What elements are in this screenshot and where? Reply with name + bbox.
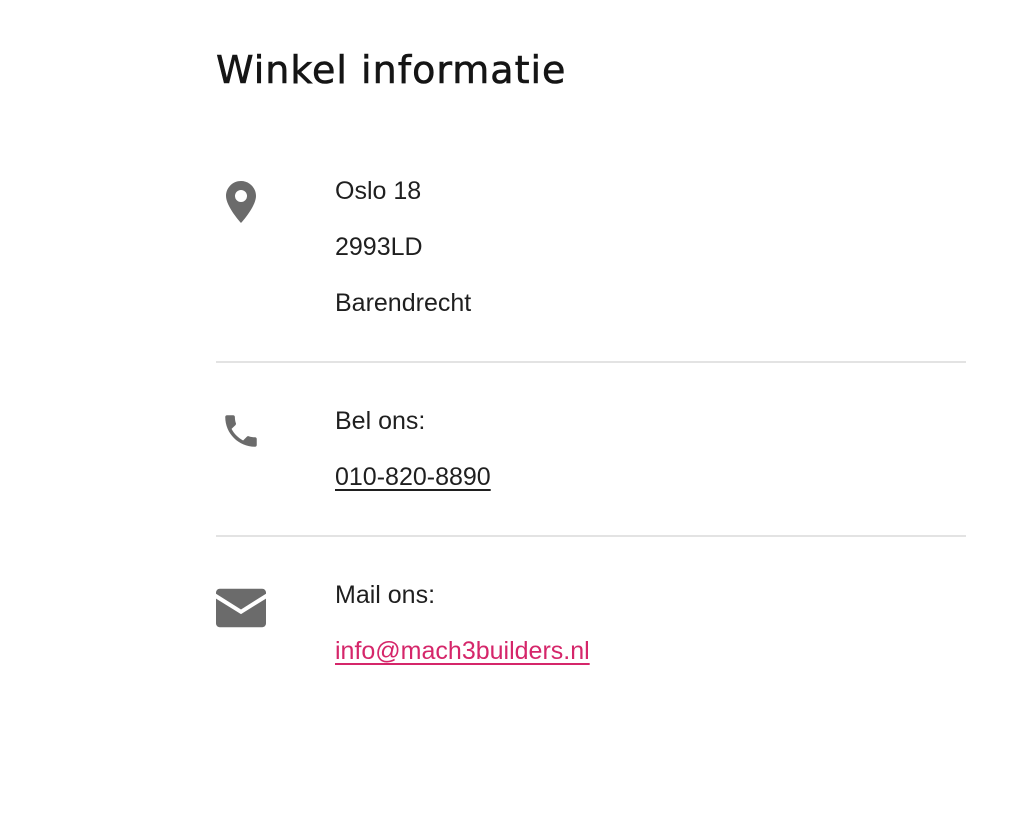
mail-lines: Mail ons: info@mach3builders.nl — [335, 567, 590, 679]
divider — [216, 361, 966, 363]
phone-number-link[interactable]: 010-820-8890 — [335, 449, 491, 505]
divider — [216, 535, 966, 537]
address-block: Oslo 18 2993LD Barendrecht — [216, 163, 966, 331]
phone-label: Bel ons: — [335, 407, 426, 435]
address-city: Barendrecht — [335, 289, 472, 317]
address-postcode: 2993LD — [335, 233, 423, 261]
map-pin-icon — [216, 181, 266, 223]
mail-label: Mail ons: — [335, 581, 436, 609]
phone-lines: Bel ons: 010-820-8890 — [335, 393, 491, 505]
phone-icon — [216, 410, 266, 452]
email-link[interactable]: info@mach3builders.nl — [335, 623, 590, 679]
mail-block: Mail ons: info@mach3builders.nl — [216, 567, 966, 679]
page-title: Winkel informatie — [216, 48, 567, 93]
phone-block: Bel ons: 010-820-8890 — [216, 393, 966, 505]
address-lines: Oslo 18 2993LD Barendrecht — [335, 163, 471, 331]
envelope-icon — [216, 587, 266, 629]
address-street: Oslo 18 — [335, 177, 422, 205]
